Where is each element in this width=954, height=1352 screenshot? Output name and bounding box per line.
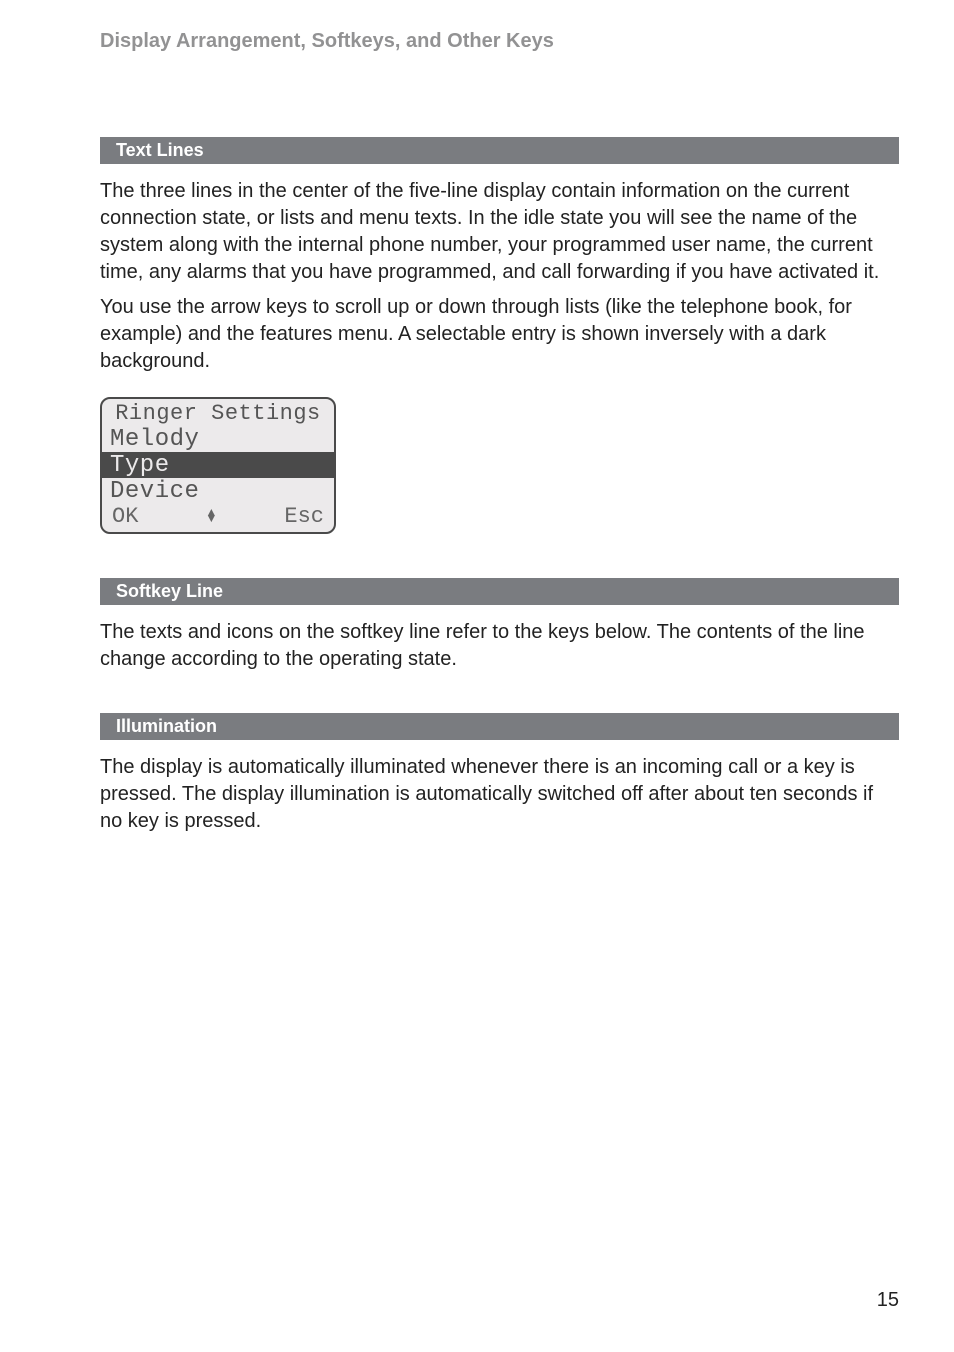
running-header: Display Arrangement, Softkeys, and Other… <box>100 30 899 53</box>
updown-arrow-icon: ▲▼ <box>208 510 215 522</box>
section-heading-illumination: Illumination <box>100 713 899 740</box>
lcd-row: Melody <box>102 426 334 452</box>
page-number: 15 <box>877 1289 899 1312</box>
paragraph: You use the arrow keys to scroll up or d… <box>100 294 899 375</box>
paragraph: The three lines in the center of the fiv… <box>100 178 899 286</box>
page: Display Arrangement, Softkeys, and Other… <box>0 0 954 1352</box>
lcd-title: Ringer Settings <box>102 399 334 426</box>
paragraph: The display is automatically illuminated… <box>100 754 899 835</box>
softkey-left-label: OK <box>112 504 138 529</box>
paragraph: The texts and icons on the softkey line … <box>100 619 899 673</box>
lcd-illustration: Ringer Settings Melody Type Device OK ▲▼… <box>100 397 899 534</box>
lcd-screen: Ringer Settings Melody Type Device OK ▲▼… <box>100 397 336 534</box>
lcd-row-selected: Type <box>102 452 334 478</box>
section-heading-softkey-line: Softkey Line <box>100 578 899 605</box>
lcd-softkey-line: OK ▲▼ Esc <box>102 504 334 532</box>
section-heading-text-lines: Text Lines <box>100 137 899 164</box>
lcd-row: Device <box>102 478 334 504</box>
softkey-right-label: Esc <box>284 504 324 529</box>
